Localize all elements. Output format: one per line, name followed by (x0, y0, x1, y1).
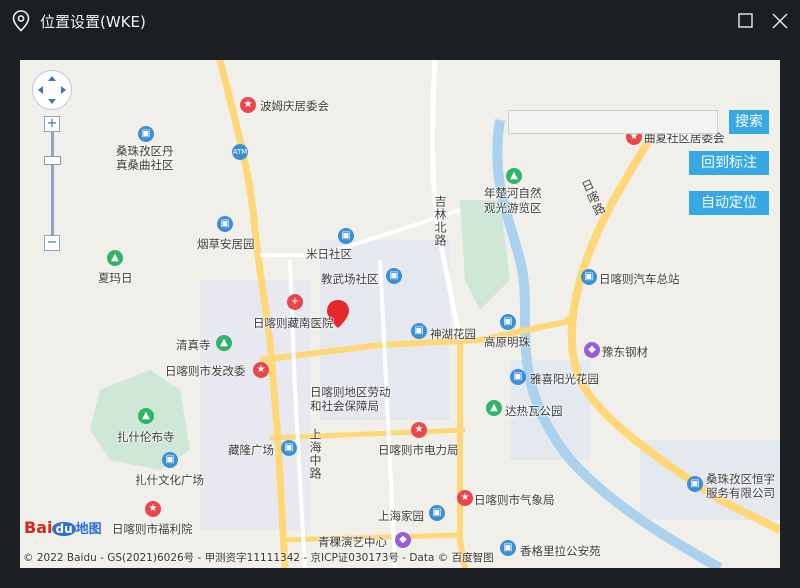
zoom-in-button[interactable]: + (44, 116, 60, 132)
poi-icon[interactable]: ▲ (486, 400, 502, 416)
zoom-out-button[interactable]: − (44, 235, 60, 251)
poi-label[interactable]: 青稞演艺中心 (318, 534, 387, 550)
poi-icon[interactable]: ▣ (338, 228, 354, 244)
poi-label[interactable]: 藏隆广场 (228, 442, 274, 458)
poi-icon[interactable]: ▣ (217, 216, 233, 232)
poi-icon[interactable]: ◆ (395, 532, 411, 548)
poi-label[interactable]: 达热瓦公园 (505, 403, 563, 419)
poi-label[interactable]: 教武场社区 (321, 271, 379, 287)
poi-label[interactable]: 日喀则市电力局 (378, 442, 459, 458)
poi-label[interactable]: 烟草安居园 (197, 236, 255, 252)
poi-label[interactable]: 雅喜阳光花园 (530, 371, 599, 387)
poi-icon[interactable]: ▲ (216, 335, 232, 351)
poi-label[interactable]: 日喀则地区劳动 和社会保障局 (310, 385, 391, 413)
poi-icon[interactable]: ★ (411, 422, 427, 438)
pan-arrows-icon[interactable] (33, 71, 71, 109)
map-view[interactable]: + − 吉林北路 上海中路 日喀路 ★ 波姆庆居委会 ▣ 桑珠孜区丹 真桑曲社区… (20, 60, 780, 568)
pan-control[interactable] (32, 70, 72, 110)
poi-label[interactable]: 年楚河自然 观光游览区 (484, 186, 542, 216)
poi-label[interactable]: 夏玛日 (98, 270, 133, 286)
back-to-mark-button[interactable]: 回到标注 (689, 151, 769, 175)
poi-label[interactable]: 桑珠孜区恒宇 服务有限公司 (706, 472, 775, 500)
poi-label[interactable]: 神湖花园 (430, 326, 476, 342)
poi-icon[interactable]: ◆ (584, 342, 600, 358)
location-pin-icon (12, 10, 30, 32)
poi-icon[interactable]: ▣ (138, 126, 154, 142)
poi-icon[interactable]: ▣ (411, 323, 427, 339)
bus-station-icon[interactable]: ▣ (581, 269, 597, 285)
window-title: 位置设置(WKE) (40, 13, 146, 31)
poi-label[interactable]: 高原明珠 (484, 334, 530, 350)
poi-label[interactable]: 米日社区 (306, 246, 352, 262)
map-copyright: © 2022 Baidu - GS(2021)6026号 - 甲测资字11111… (23, 552, 494, 564)
poi-icon[interactable]: ▣ (162, 452, 178, 468)
auto-locate-button[interactable]: 自动定位 (689, 191, 769, 215)
poi-icon[interactable]: ▣ (281, 440, 297, 456)
poi-label[interactable]: 豫东钢材 (602, 344, 648, 360)
poi-label[interactable]: 扎什伦布寺 (117, 429, 175, 445)
poi-icon[interactable]: ★ (457, 490, 473, 506)
poi-label[interactable]: 香格里拉公安苑 (520, 543, 601, 559)
close-icon[interactable] (768, 9, 792, 33)
poi-icon[interactable]: ▲ (506, 168, 522, 184)
zoom-slider-handle[interactable] (44, 156, 61, 165)
poi-icon[interactable]: ▲ (107, 250, 123, 266)
poi-label[interactable]: 日喀则藏南医院 (253, 315, 334, 331)
search-button[interactable]: 搜索 (729, 110, 769, 134)
poi-icon[interactable]: ▣ (500, 540, 516, 556)
poi-icon[interactable]: ▣ (429, 505, 445, 521)
poi-icon[interactable]: ★ (240, 97, 256, 113)
zoom-track[interactable] (51, 132, 54, 235)
poi-icon[interactable]: ★ (253, 362, 269, 378)
road-label-shanghai: 上海中路 (308, 428, 322, 480)
hospital-icon[interactable]: + (287, 294, 303, 310)
poi-icon[interactable]: ▣ (510, 369, 526, 385)
poi-icon[interactable]: ▣ (500, 314, 516, 330)
baidu-map-logo: Bai du 地图 (24, 518, 102, 537)
maximize-icon[interactable] (734, 9, 758, 33)
poi-label[interactable]: 日喀则市福利院 (112, 521, 193, 537)
poi-icon[interactable]: ▣ (386, 268, 402, 284)
road-label-jilin: 吉林北路 (433, 195, 447, 247)
poi-icon[interactable]: ▣ (687, 476, 703, 492)
poi-label[interactable]: 日喀则市气象局 (474, 492, 555, 508)
poi-label[interactable]: 扎什文化广场 (135, 472, 204, 488)
poi-label[interactable]: 波姆庆居委会 (260, 98, 329, 114)
poi-label[interactable]: 日喀则汽车总站 (599, 271, 680, 287)
atm-icon[interactable]: ATM (232, 144, 248, 160)
poi-label[interactable]: 上海家园 (378, 508, 424, 524)
poi-label[interactable]: 日喀则市发改委 (165, 363, 246, 379)
poi-label[interactable]: 桑珠孜区丹 真桑曲社区 (116, 144, 174, 172)
poi-icon[interactable]: ★ (145, 501, 161, 517)
title-bar: 位置设置(WKE) (0, 0, 800, 42)
search-input[interactable] (508, 110, 718, 134)
poi-icon[interactable]: ▲ (138, 408, 154, 424)
poi-label[interactable]: 清真寺 (176, 337, 211, 353)
